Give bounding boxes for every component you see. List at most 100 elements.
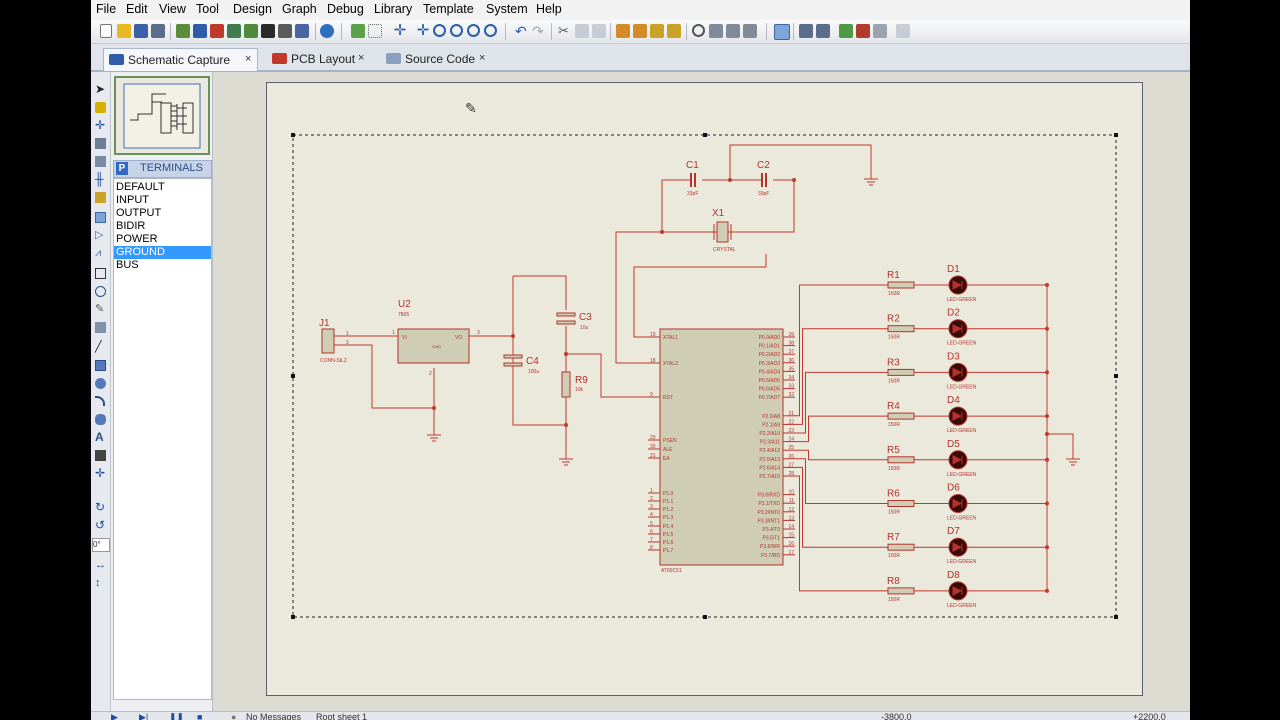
save-icon[interactable] — [134, 24, 148, 38]
menu-library[interactable]: Library — [374, 2, 412, 16]
block-copy-icon[interactable] — [616, 24, 630, 38]
remove-sheet-icon[interactable] — [856, 24, 870, 38]
handle-top-right[interactable] — [1114, 133, 1118, 137]
tape-recorder-icon[interactable] — [95, 268, 106, 279]
3d-view-icon[interactable] — [227, 24, 241, 38]
open-folder-icon[interactable] — [117, 24, 131, 38]
menu-file[interactable]: File — [96, 2, 116, 16]
voltage-probe-icon[interactable]: ✎ — [95, 304, 106, 315]
led-row[interactable]: R2 150R D2 LED-GREEN — [887, 308, 1049, 347]
zoom-area-icon[interactable] — [484, 24, 497, 37]
menu-template[interactable]: Template — [423, 2, 474, 16]
text-2d-icon[interactable]: A — [95, 431, 106, 443]
led-row[interactable]: R3 150R D3 LED-GREEN — [887, 351, 1049, 390]
connector-j1[interactable]: J1 CONN-SIL2 1 2 — [319, 318, 349, 364]
menu-tool[interactable]: Tool — [196, 2, 219, 16]
component-mode-icon[interactable] — [95, 102, 106, 113]
subcircuit-icon[interactable] — [95, 192, 106, 203]
zoom-in-icon[interactable] — [433, 24, 446, 37]
cut-icon[interactable]: ✂ — [558, 24, 572, 38]
tab-schematic-capture[interactable]: Schematic Capture × — [103, 48, 258, 71]
handle-bottom-left[interactable] — [291, 615, 295, 619]
rotation-angle-field[interactable]: 0° — [92, 538, 110, 552]
capacitor-c1[interactable]: C1 33pF — [686, 160, 699, 197]
regulator-u2[interactable]: U2 7805 VI VO GND 1 3 2 — [392, 299, 480, 377]
new-file-icon[interactable] — [100, 24, 112, 38]
menu-view[interactable]: View — [159, 2, 186, 16]
copy-icon[interactable] — [575, 24, 589, 38]
led-row[interactable]: R7 150R D7 LED-GREEN — [887, 526, 1049, 565]
menu-design[interactable]: Design — [233, 2, 272, 16]
led-row[interactable]: R5 150R D5 LED-GREEN — [887, 439, 1049, 478]
home-icon[interactable] — [176, 24, 190, 38]
capacitor-c3[interactable]: C3 10u — [556, 312, 592, 331]
source-icon[interactable] — [278, 24, 292, 38]
redo-icon[interactable]: ↷ — [532, 24, 546, 38]
list-item-input[interactable]: INPUT — [114, 194, 211, 207]
arc-2d-icon[interactable] — [95, 396, 105, 406]
symbol-2d-icon[interactable] — [95, 450, 106, 461]
undo-icon[interactable]: ↶ — [515, 24, 529, 38]
list-item-output[interactable]: OUTPUT — [114, 207, 211, 220]
schematic-editing-area[interactable]: ✎ J1 CONN-SIL2 1 2 U2 7805 VI VO GND 1 3… — [213, 72, 1190, 712]
zoom-out-icon[interactable] — [450, 24, 463, 37]
ares-icon[interactable] — [210, 24, 224, 38]
mirror-vertical-icon[interactable]: ↕ — [95, 578, 106, 589]
design-explorer-icon[interactable] — [295, 24, 309, 38]
device-pins-icon[interactable]: ▷ — [95, 230, 106, 241]
mirror-horizontal-icon[interactable]: ↔ — [95, 560, 106, 571]
menu-graph[interactable]: Graph — [282, 2, 317, 16]
origin-icon[interactable]: ✛ — [393, 23, 407, 38]
line-2d-icon[interactable]: ╱ — [95, 342, 106, 353]
make-device-icon[interactable] — [709, 24, 723, 38]
bom-icon[interactable] — [261, 24, 275, 38]
messages-text[interactable]: No Messages — [246, 712, 301, 720]
list-item-bidir[interactable]: BIDIR — [114, 220, 211, 233]
junction-dot-icon[interactable]: ✛ — [95, 119, 106, 131]
messages-icon[interactable]: ● — [231, 712, 236, 720]
handle-bottom-right[interactable] — [1114, 615, 1118, 619]
decompose-icon[interactable] — [743, 24, 757, 38]
pick-icon[interactable]: P — [116, 162, 128, 175]
box-2d-icon[interactable] — [95, 360, 106, 371]
pause-icon[interactable]: ❚❚ — [169, 712, 184, 720]
handle-top-center[interactable] — [703, 133, 707, 137]
grid-icon[interactable] — [368, 24, 382, 38]
menu-debug[interactable]: Debug — [327, 2, 364, 16]
list-item-ground[interactable]: GROUND — [114, 246, 211, 259]
menu-edit[interactable]: Edit — [126, 2, 148, 16]
search-tag-icon[interactable] — [799, 24, 813, 38]
play-icon[interactable]: ▶ — [111, 712, 118, 720]
path-2d-icon[interactable] — [95, 414, 106, 425]
led-row[interactable]: R8 150R D8 LED-GREEN — [887, 570, 1049, 609]
buses-icon[interactable]: ╫ — [95, 173, 106, 185]
terminals-mode-icon[interactable] — [95, 212, 106, 223]
text-script-icon[interactable] — [95, 156, 106, 167]
terminal-list[interactable]: DEFAULT INPUT OUTPUT BIDIR POWER GROUND … — [113, 178, 212, 700]
schematic-sheet[interactable]: ✎ J1 CONN-SIL2 1 2 U2 7805 VI VO GND 1 3… — [266, 82, 1143, 696]
capacitor-c2[interactable]: C2 33pF — [757, 160, 770, 197]
schematic-drawing[interactable]: ✎ J1 CONN-SIL2 1 2 U2 7805 VI VO GND 1 3… — [267, 83, 1142, 695]
list-item-bus[interactable]: BUS — [114, 259, 211, 272]
isis-icon[interactable] — [193, 24, 207, 38]
overview-window[interactable] — [114, 76, 210, 155]
circle-2d-icon[interactable] — [95, 378, 106, 389]
paste-icon[interactable] — [592, 24, 606, 38]
block-delete-icon[interactable] — [667, 24, 681, 38]
save-all-icon[interactable] — [151, 24, 165, 38]
bill-of-materials-icon[interactable] — [896, 24, 910, 38]
wire-autorouter-icon[interactable] — [774, 24, 790, 40]
led-row[interactable]: R1 150R D1 LED-GREEN — [887, 264, 1049, 303]
marker-icon[interactable]: ✛ — [95, 467, 106, 479]
close-icon[interactable]: × — [358, 52, 364, 64]
step-icon[interactable]: ▶| — [139, 712, 148, 720]
handle-top-left[interactable] — [291, 133, 295, 137]
graph-mode-icon[interactable]: ⩘ — [95, 248, 106, 259]
pick-device-icon[interactable] — [692, 24, 705, 37]
new-sheet-icon[interactable] — [839, 24, 853, 38]
block-move-icon[interactable] — [633, 24, 647, 38]
block-rotate-icon[interactable] — [650, 24, 664, 38]
gerber-icon[interactable] — [244, 24, 258, 38]
tab-pcb-layout[interactable]: PCB Layout × — [267, 48, 371, 70]
virtual-instruments-icon[interactable] — [95, 322, 106, 333]
